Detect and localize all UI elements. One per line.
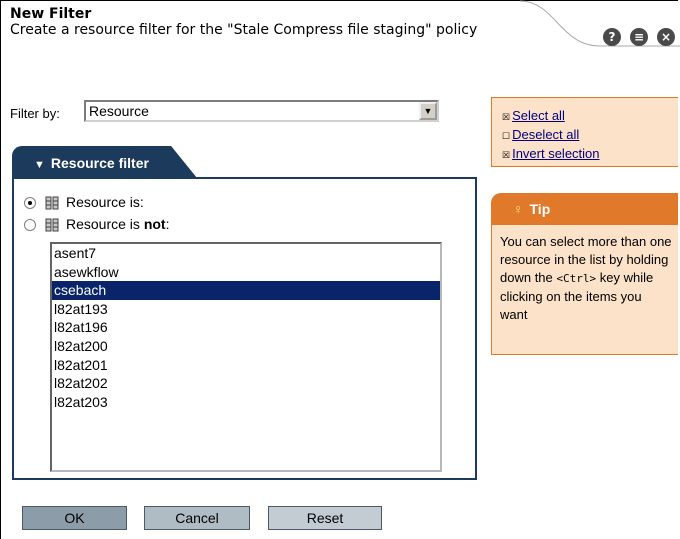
list-item[interactable]: asent7 xyxy=(52,244,440,263)
resource-filter-tab[interactable]: ▼ Resource filter xyxy=(12,146,197,178)
print-icon[interactable]: ≡ xyxy=(630,28,648,46)
select-all-label: Select all xyxy=(512,108,565,123)
invert-selection-link[interactable]: ☒ Invert selection xyxy=(502,146,600,161)
radio-not-prefix: Resource is xyxy=(66,216,144,232)
uncheck-all-icon: ☐ xyxy=(502,131,511,141)
radio-resource-is-not-row[interactable]: Resource is not: xyxy=(24,216,169,233)
deselect-all-link[interactable]: ☐ Deselect all xyxy=(502,127,579,142)
selection-links-box: ☒ Select all ☐ Deselect all ☒ Invert select… xyxy=(491,97,678,167)
dialog-description: Create a resource filter for the "Stale … xyxy=(10,22,478,38)
check-all-icon: ☒ xyxy=(502,112,511,122)
list-item-selected[interactable]: csebach xyxy=(52,281,440,300)
radio-resource-is-not[interactable] xyxy=(24,219,36,232)
select-all-link[interactable]: ☒ Select all xyxy=(502,108,565,123)
cancel-button[interactable]: Cancel xyxy=(144,506,250,530)
database-icon xyxy=(45,196,59,210)
filter-by-select[interactable]: Resource ▼ xyxy=(84,100,439,122)
close-icon[interactable]: × xyxy=(657,28,675,46)
invert-selection-label: Invert selection xyxy=(512,146,600,161)
dialog-title: New Filter xyxy=(10,6,92,22)
radio-resource-is-row[interactable]: Resource is: xyxy=(24,194,144,211)
list-item[interactable]: l82at193 xyxy=(52,300,440,319)
resource-listbox[interactable]: asent7 asewkflow csebach l82at193 l82at1… xyxy=(50,242,442,472)
tip-title: Tip xyxy=(529,201,551,217)
filter-by-value: Resource xyxy=(89,103,149,119)
list-item[interactable]: l82at203 xyxy=(52,393,440,412)
list-item[interactable]: asewkflow xyxy=(52,263,440,282)
radio-resource-is-label: Resource is: xyxy=(66,194,144,210)
radio-not-bold: not xyxy=(143,216,166,232)
filter-by-label: Filter by: xyxy=(10,106,60,121)
lightbulb-icon: ♀ xyxy=(513,201,524,217)
database-icon xyxy=(45,218,59,232)
reset-button[interactable]: Reset xyxy=(268,506,382,530)
resource-filter-tab-label: Resource filter xyxy=(50,155,149,171)
ok-button[interactable]: OK xyxy=(22,506,127,530)
chevron-down-icon[interactable]: ▼ xyxy=(419,102,437,120)
tip-key: <Ctrl> xyxy=(556,272,597,285)
invert-icon: ☒ xyxy=(502,150,511,160)
help-icon[interactable]: ? xyxy=(603,28,621,46)
tip-body: You can select more than one resource in… xyxy=(491,225,678,355)
tip-header: ♀ Tip xyxy=(491,193,678,225)
list-item[interactable]: l82at200 xyxy=(52,337,440,356)
list-item[interactable]: l82at201 xyxy=(52,356,440,375)
radio-not-suffix: : xyxy=(165,216,170,232)
radio-resource-is-not-label: Resource is not: xyxy=(66,216,169,232)
list-item[interactable]: l82at202 xyxy=(52,374,440,393)
deselect-all-label: Deselect all xyxy=(512,127,580,142)
list-item[interactable]: l82at196 xyxy=(52,318,440,337)
radio-resource-is[interactable] xyxy=(24,197,36,210)
funnel-icon: ▼ xyxy=(34,159,45,171)
